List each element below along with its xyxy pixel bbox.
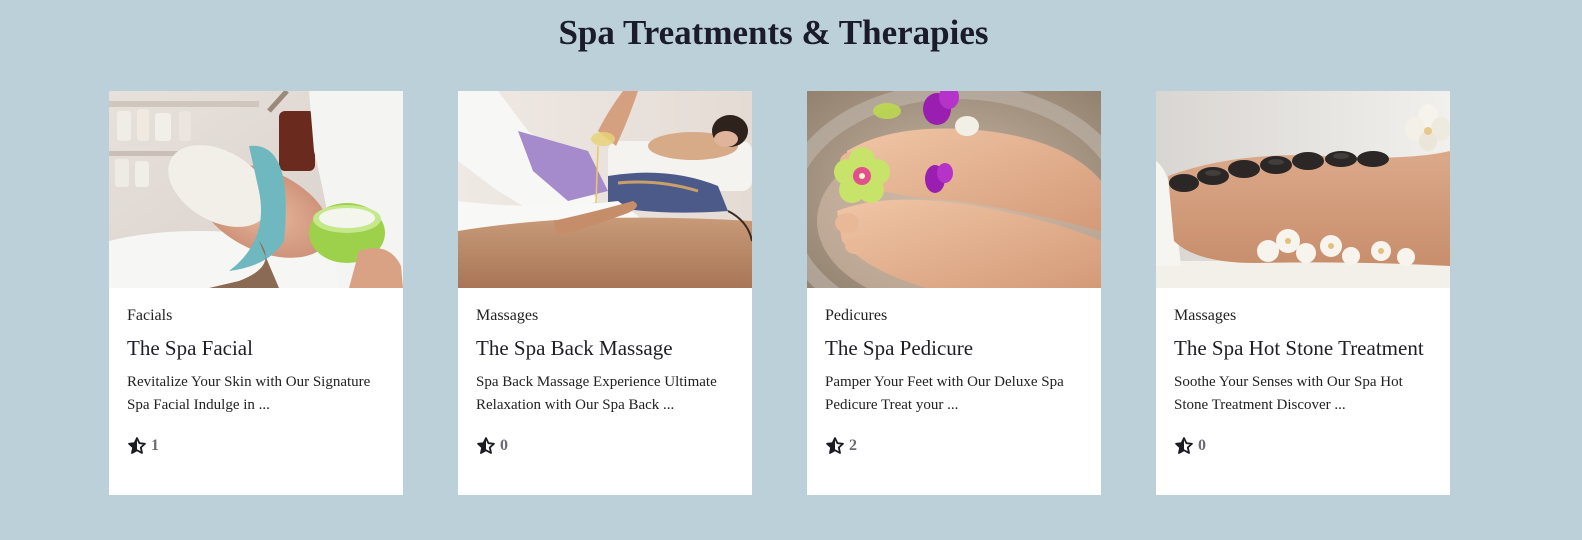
card-description: Spa Back Massage Experience Ultimate Rel…: [476, 374, 717, 413]
card-image-facial[interactable]: [109, 91, 403, 288]
card-description: Pamper Your Feet with Our Deluxe Spa Ped…: [825, 374, 1064, 413]
rating-count: 1: [151, 437, 159, 454]
treatment-card-facial[interactable]: Facials The Spa Facial Revitalize Your S…: [109, 91, 403, 495]
treatment-card-hot-stone[interactable]: Massages The Spa Hot Stone Treatment Soo…: [1156, 91, 1450, 495]
card-title[interactable]: The Spa Back Massage: [476, 335, 734, 361]
card-rating[interactable]: 0: [1174, 436, 1432, 456]
star-icon[interactable]: [476, 436, 496, 456]
rating-count: 0: [1198, 437, 1206, 454]
card-category[interactable]: Massages: [476, 306, 734, 326]
card-rating[interactable]: 1: [127, 436, 385, 456]
card-category[interactable]: Massages: [1174, 306, 1432, 326]
star-icon[interactable]: [1174, 436, 1194, 456]
facial-photo: [109, 91, 403, 288]
back-massage-photo: [458, 91, 752, 288]
star-icon[interactable]: [127, 436, 147, 456]
card-image-back-massage[interactable]: [458, 91, 752, 288]
card-image-hot-stone[interactable]: [1156, 91, 1450, 288]
card-image-pedicure[interactable]: [807, 91, 1101, 288]
rating-count: 2: [849, 437, 857, 454]
pedicure-photo: [807, 91, 1101, 288]
card-title[interactable]: The Spa Pedicure: [825, 335, 1083, 361]
card-title[interactable]: The Spa Hot Stone Treatment: [1174, 335, 1432, 361]
card-rating[interactable]: 0: [476, 436, 734, 456]
treatment-card-pedicure[interactable]: Pedicures The Spa Pedicure Pamper Your F…: [807, 91, 1101, 495]
card-rating[interactable]: 2: [825, 436, 1083, 456]
star-icon[interactable]: [825, 436, 845, 456]
card-category[interactable]: Pedicures: [825, 306, 1083, 326]
card-title[interactable]: The Spa Facial: [127, 335, 385, 361]
card-description: Soothe Your Senses with Our Spa Hot Ston…: [1174, 374, 1403, 413]
treatment-card-back-massage[interactable]: Massages The Spa Back Massage Spa Back M…: [458, 91, 752, 495]
card-category[interactable]: Facials: [127, 306, 385, 326]
card-description: Revitalize Your Skin with Our Signature …: [127, 374, 371, 413]
hot-stone-photo: [1156, 91, 1450, 288]
rating-count: 0: [500, 437, 508, 454]
treatment-cards: Facials The Spa Facial Revitalize Your S…: [109, 91, 1450, 495]
page-title: Spa Treatments & Therapies: [558, 13, 989, 52]
